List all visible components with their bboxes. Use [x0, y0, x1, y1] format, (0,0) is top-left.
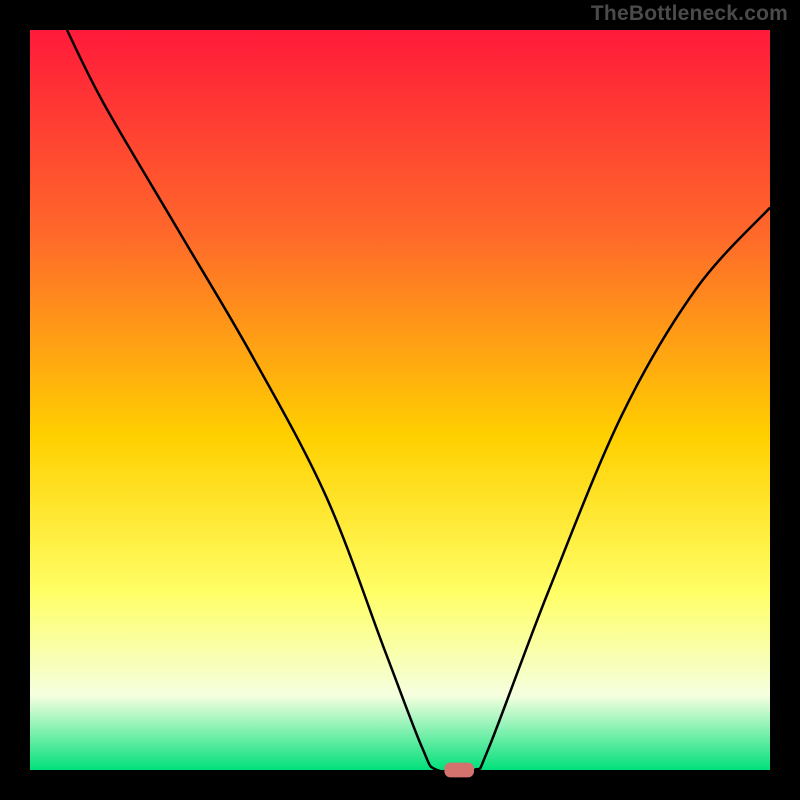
plot-area — [30, 30, 770, 770]
bottleneck-chart: TheBottleneck.com — [0, 0, 800, 800]
chart-svg — [0, 0, 800, 800]
watermark-text: TheBottleneck.com — [591, 2, 788, 26]
optimal-marker — [444, 763, 474, 778]
